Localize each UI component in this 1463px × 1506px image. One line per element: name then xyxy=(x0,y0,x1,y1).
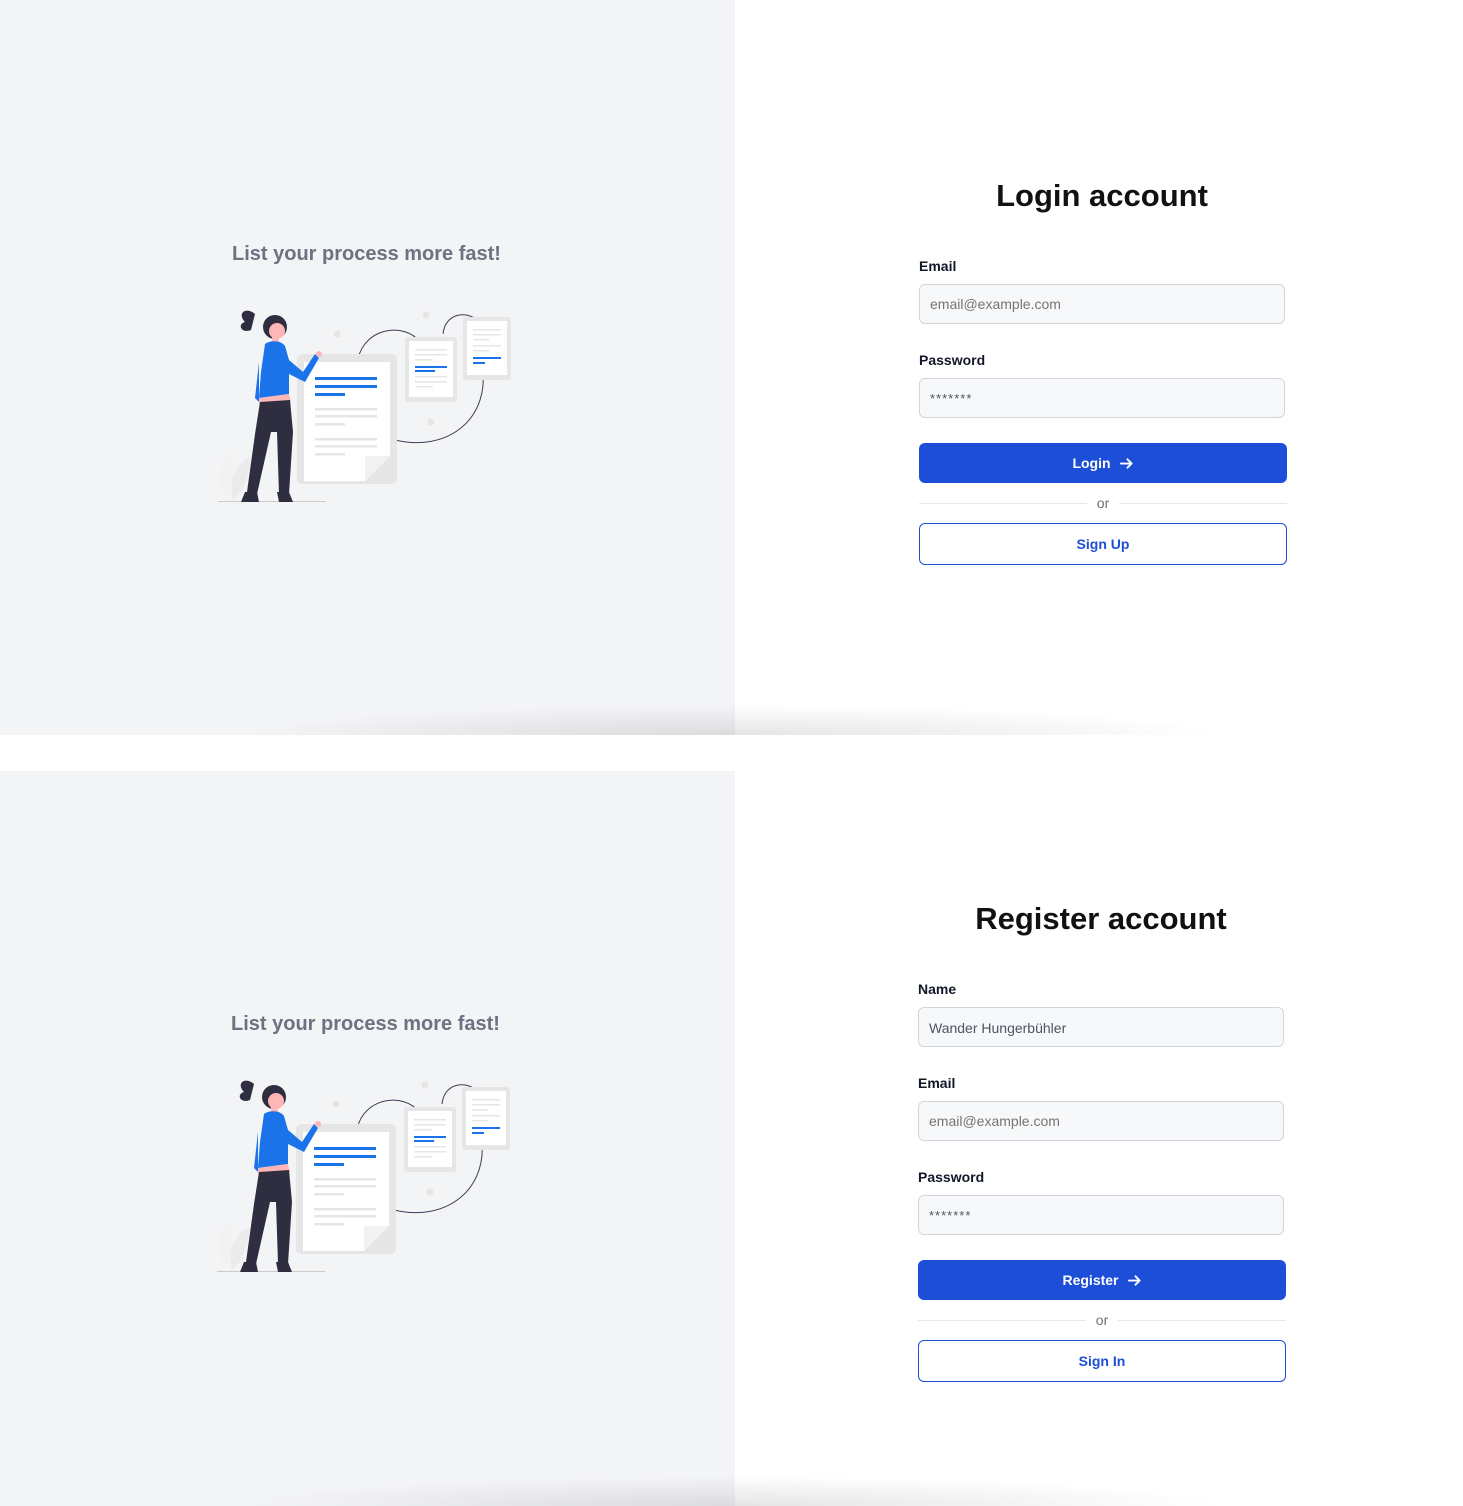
register-button-label: Register xyxy=(1062,1272,1119,1288)
login-button-label: Login xyxy=(1072,455,1111,471)
divider-line xyxy=(918,1319,1086,1321)
page-title: Login account xyxy=(996,178,1208,213)
arrow-right-icon xyxy=(1119,456,1134,471)
password-input[interactable]: ******* xyxy=(919,378,1285,418)
divider-line xyxy=(1119,502,1288,504)
divider-line xyxy=(919,502,1087,504)
sign-in-button[interactable]: Sign In xyxy=(918,1340,1286,1382)
illustration-panel: List your process more fast! xyxy=(0,0,735,735)
page-title: Register account xyxy=(975,901,1227,936)
name-label: Name xyxy=(918,981,957,997)
divider-line xyxy=(1118,1319,1287,1321)
or-divider: or xyxy=(919,495,1288,511)
illustration-panel: List your process more fast! xyxy=(0,771,735,1506)
tagline: List your process more fast! xyxy=(231,1013,500,1035)
password-label: Password xyxy=(919,352,986,368)
arrow-right-icon xyxy=(1127,1273,1142,1288)
or-divider: or xyxy=(918,1312,1287,1328)
divider-text: or xyxy=(1095,1312,1109,1328)
login-form-panel: Login account Email Password ******* Log… xyxy=(735,0,1463,735)
email-label: Email xyxy=(919,258,957,274)
sign-up-button[interactable]: Sign Up xyxy=(919,523,1287,565)
register-screen: List your process more fast! Register ac… xyxy=(0,771,1463,1506)
password-input[interactable]: ******* xyxy=(918,1195,1284,1235)
tagline: List your process more fast! xyxy=(232,243,501,265)
password-label: Password xyxy=(918,1169,985,1185)
register-button[interactable]: Register xyxy=(918,1260,1286,1300)
email-input[interactable] xyxy=(919,284,1285,324)
name-input[interactable]: Wander Hungerbühler xyxy=(918,1007,1284,1047)
email-label: Email xyxy=(918,1075,956,1091)
divider-text: or xyxy=(1096,495,1110,511)
login-screen: List your process more fast! Login accou… xyxy=(0,0,1463,735)
login-button[interactable]: Login xyxy=(919,443,1287,483)
process-illustration xyxy=(214,1072,519,1277)
register-form-panel: Register account Name Wander Hungerbühle… xyxy=(735,771,1463,1506)
process-illustration xyxy=(215,302,520,507)
email-input[interactable] xyxy=(918,1101,1284,1141)
